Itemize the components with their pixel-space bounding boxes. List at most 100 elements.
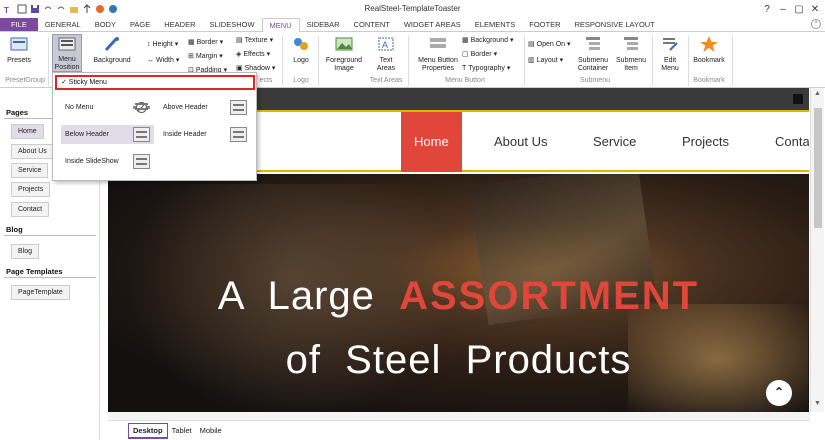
- bookmark-label: Bookmark: [693, 57, 725, 64]
- upload-icon[interactable]: [82, 4, 92, 14]
- margin-button[interactable]: ⊞ Margin ▾: [188, 52, 223, 61]
- mb-background-button[interactable]: ▦ Background ▾: [462, 36, 514, 45]
- new-icon[interactable]: [17, 4, 27, 14]
- menu-button-group-label: Menu Button: [445, 77, 485, 84]
- save-icon[interactable]: [30, 4, 40, 14]
- tab-content[interactable]: CONTENT: [347, 18, 397, 31]
- width-button[interactable]: ↔ Width ▾: [147, 56, 179, 65]
- tab-sidebar[interactable]: SIDEBAR: [300, 18, 347, 31]
- open-folder-icon[interactable]: [69, 4, 79, 14]
- tab-general[interactable]: GENERAL: [38, 18, 88, 31]
- tab-desktop[interactable]: Desktop: [128, 422, 168, 439]
- title-bar: T RealSteel-TemplateToaster ? – ▢ ✕: [0, 0, 825, 18]
- scroll-up-icon[interactable]: ▲: [814, 90, 821, 97]
- presets-button[interactable]: Presets: [4, 36, 34, 65]
- blog-heading: Blog: [6, 225, 23, 234]
- tab-body[interactable]: BODY: [88, 18, 123, 31]
- scrollbar-thumb[interactable]: [814, 108, 822, 228]
- shadow-button[interactable]: ▣ Shadow ▾: [236, 64, 275, 73]
- tab-elements[interactable]: ELEMENTS: [468, 18, 522, 31]
- menu-item-contact[interactable]: Contac: [775, 112, 809, 172]
- submenu-container-button[interactable]: Submenu Container: [574, 36, 612, 73]
- star-icon: [690, 36, 728, 55]
- tab-menu[interactable]: MENU: [261, 18, 300, 33]
- wordpress-icon[interactable]: [108, 4, 118, 14]
- tab-footer[interactable]: FOOTER: [522, 18, 567, 31]
- close-button[interactable]: ✕: [807, 1, 823, 17]
- tab-file[interactable]: FILE: [0, 18, 38, 31]
- border-icon: ▦: [188, 39, 195, 46]
- svg-text:A: A: [382, 40, 388, 50]
- border-icon: ▢: [462, 51, 469, 58]
- border-button[interactable]: ▦ Border ▾: [188, 38, 223, 47]
- tab-slideshow[interactable]: SLIDESHOW: [203, 18, 262, 31]
- scroll-down-icon[interactable]: ▼: [814, 400, 821, 407]
- menu-item-service[interactable]: Service: [593, 112, 636, 172]
- ribbon-collapse-icon[interactable]: ^: [811, 19, 821, 29]
- sidebar-item-home[interactable]: Home: [11, 124, 44, 139]
- height-button[interactable]: ↕ Height ▾: [147, 40, 178, 49]
- text-areas-button[interactable]: A Text Areas: [372, 36, 400, 73]
- background-button[interactable]: Background: [92, 36, 132, 65]
- width-icon: ↔: [147, 56, 154, 64]
- horizontal-scrollbar[interactable]: [108, 412, 810, 420]
- sidebar-item-contact[interactable]: Contact: [11, 202, 50, 217]
- divider: [732, 36, 733, 86]
- device-tabs: Desktop Tablet Mobile: [108, 420, 810, 440]
- maximize-button[interactable]: ▢: [791, 1, 807, 17]
- hero-slideshow[interactable]: A Large ASSORTMENT of Steel Products ⌃: [108, 174, 809, 412]
- tab-mobile[interactable]: Mobile: [196, 424, 226, 437]
- bookmark-group-label: Bookmark: [693, 77, 725, 84]
- tab-header[interactable]: HEADER: [157, 18, 202, 31]
- tab-tablet[interactable]: Tablet: [168, 424, 196, 437]
- tab-widget-areas[interactable]: WIDGET AREAS: [397, 18, 468, 31]
- sidebar-item-about-us[interactable]: About Us: [11, 144, 54, 159]
- sidebar-item-blog[interactable]: Blog: [11, 244, 40, 259]
- sidebar-item-page-template[interactable]: PageTemplate: [11, 285, 70, 300]
- mb-typography-label: Typography: [468, 64, 505, 72]
- svg-text:T: T: [4, 6, 9, 14]
- typography-icon: T: [462, 64, 467, 72]
- submenu-item-button[interactable]: Submenu Item: [614, 36, 648, 73]
- background-icon: ▦: [462, 37, 469, 44]
- browser-icon[interactable]: [95, 4, 105, 14]
- edit-menu-button[interactable]: Edit Menu: [656, 36, 684, 73]
- divider: [688, 36, 689, 86]
- vertical-scrollbar[interactable]: ▲ ▼: [810, 88, 824, 412]
- open-on-button[interactable]: ▤ Open On ▾: [528, 40, 571, 49]
- effects-icon: ◈: [236, 51, 242, 58]
- tab-responsive-layout[interactable]: RESPONSIVE LAYOUT: [567, 18, 661, 31]
- submenu-container-icon: [574, 36, 612, 55]
- mb-border-button[interactable]: ▢ Border ▾: [462, 50, 497, 59]
- undo-icon[interactable]: [43, 4, 53, 14]
- sidebar-item-service[interactable]: Service: [11, 163, 49, 178]
- menu-position-label: Menu Position: [54, 56, 80, 71]
- text-areas-label: Text Areas: [376, 57, 396, 72]
- sticky-menu-option[interactable]: ✓ Sticky Menu: [55, 75, 255, 90]
- menu-button-properties-button[interactable]: Menu Button Properties: [412, 36, 464, 73]
- help-icon[interactable]: ?: [759, 1, 775, 17]
- mb-typography-button[interactable]: T Typography ▾: [462, 64, 510, 73]
- logo-button[interactable]: Logo: [287, 36, 315, 65]
- menu-item-about-us[interactable]: About Us: [494, 112, 547, 172]
- window-controls: ? – ▢ ✕: [759, 1, 823, 17]
- minimize-button[interactable]: –: [775, 1, 791, 17]
- layout-button[interactable]: ▥ Layout ▾: [528, 56, 563, 65]
- scroll-to-top-button[interactable]: ⌃: [766, 380, 792, 406]
- menu-position-button[interactable]: Menu Position: [52, 34, 82, 72]
- divider: [282, 36, 283, 86]
- foreground-image-button[interactable]: Foreground Image: [322, 36, 366, 73]
- menu-item-home[interactable]: Home: [401, 112, 462, 172]
- menu-item-projects[interactable]: Projects: [682, 112, 729, 172]
- texture-button[interactable]: ▤ Texture ▾: [236, 36, 273, 45]
- mb-background-label: Background: [470, 36, 508, 44]
- effects-button[interactable]: ◈ Effects ▾: [236, 50, 270, 59]
- tab-page[interactable]: PAGE: [123, 18, 157, 31]
- sidebar-item-projects[interactable]: Projects: [11, 182, 51, 197]
- redo-icon[interactable]: [56, 4, 66, 14]
- layout-icon: ▥: [528, 57, 535, 64]
- bookmark-button[interactable]: Bookmark: [690, 36, 728, 65]
- margin-label: Margin: [195, 52, 218, 60]
- inside-header-icon: [230, 127, 247, 142]
- foreground-image-label: Foreground Image: [325, 57, 363, 72]
